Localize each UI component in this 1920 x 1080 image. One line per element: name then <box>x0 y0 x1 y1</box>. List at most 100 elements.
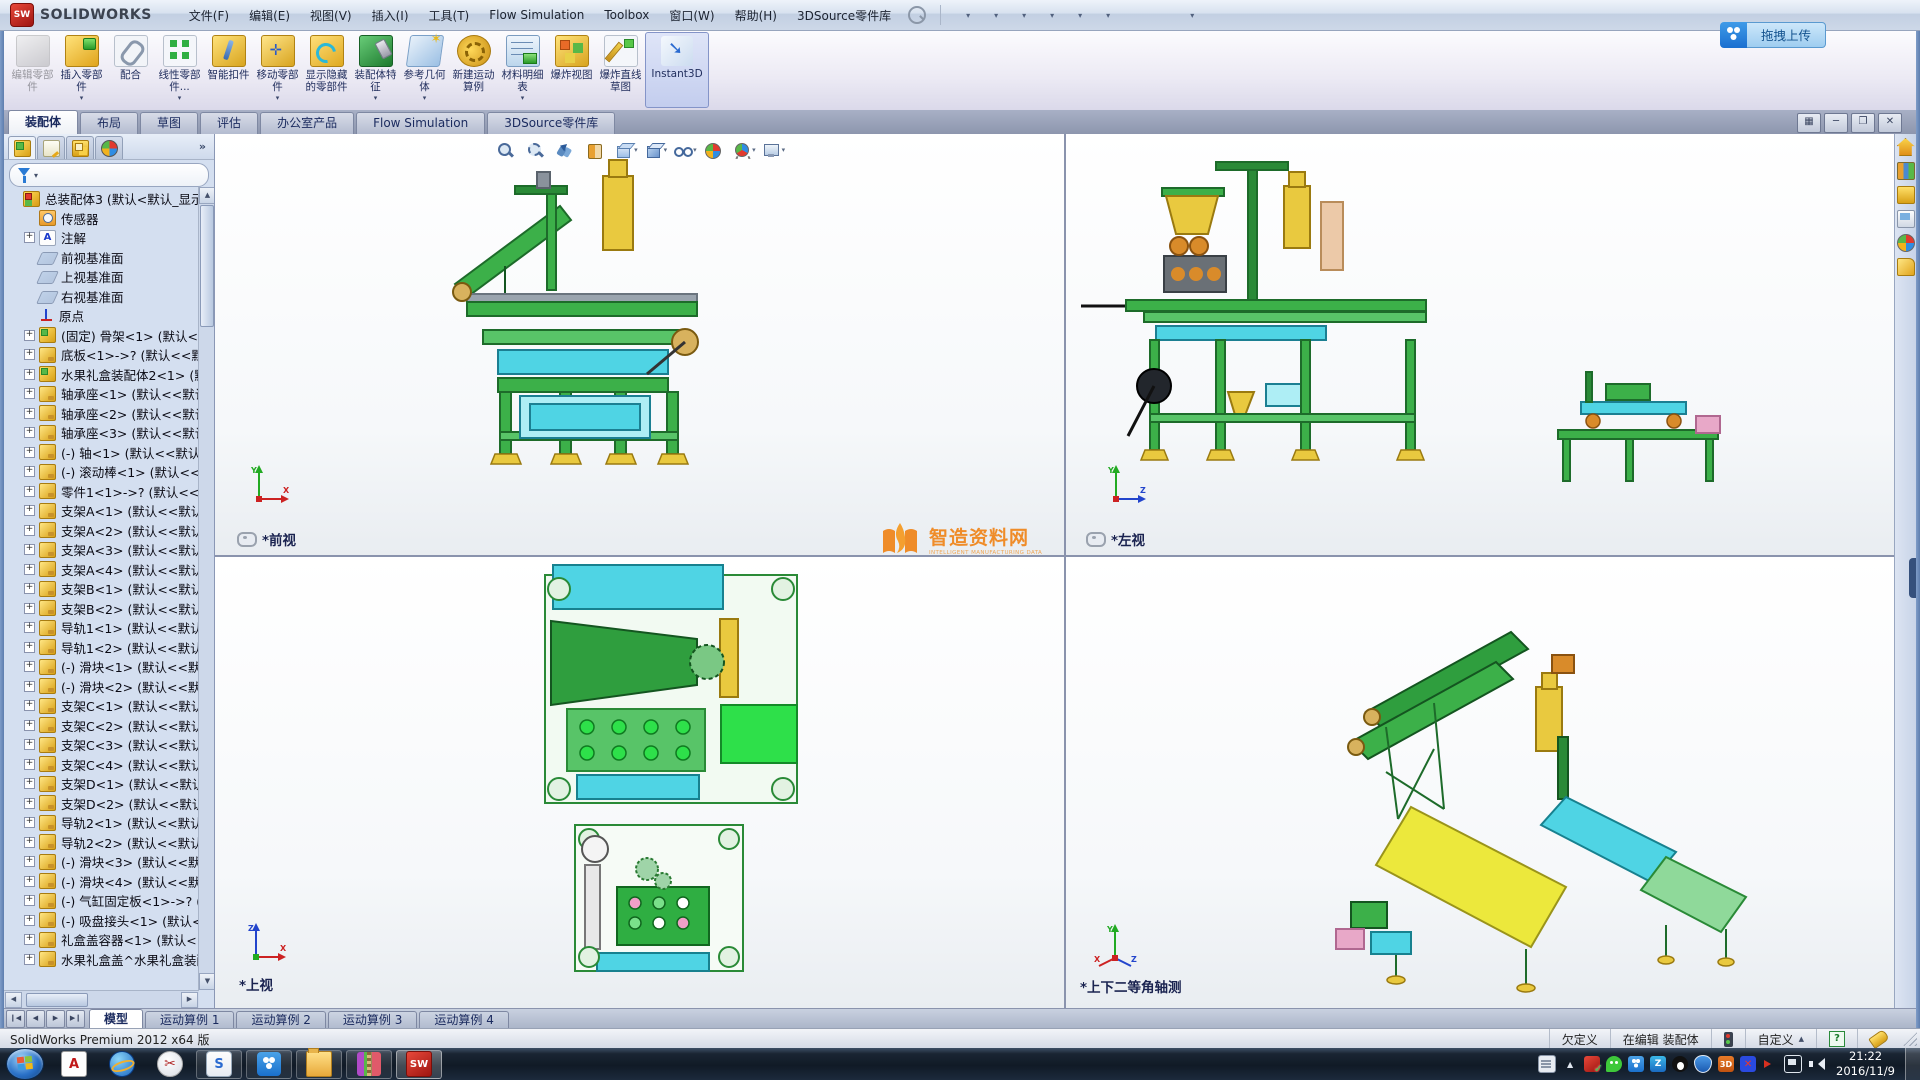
tree-item[interactable]: + 支架C<2> (默认<<默认>_ <box>4 716 199 736</box>
tree-item[interactable]: + (-) 滑块<4> (默认<<默认> <box>4 872 199 892</box>
resize-grip[interactable] <box>1903 1032 1917 1046</box>
tree-item[interactable]: + 轴承座<3> (默认<<默认>_ <box>4 423 199 443</box>
sogou-tray-icon[interactable]: Z <box>1650 1056 1666 1072</box>
tree-item[interactable]: + 支架A<3> (默认<<默认>_ <box>4 540 199 560</box>
quick-access-button[interactable]: ▾ <box>1003 5 1028 25</box>
tab-feature-manager[interactable] <box>8 136 36 159</box>
menu-item[interactable]: 文件(F) <box>180 4 238 27</box>
expand-icon[interactable]: + <box>24 564 35 575</box>
tree-item[interactable]: + 注解 <box>4 228 199 248</box>
ribbon-button[interactable]: 配合 ▾ <box>106 32 155 108</box>
scroll-left-icon[interactable]: ◀ <box>5 992 22 1008</box>
file-explorer-pane-icon[interactable] <box>1897 186 1915 204</box>
expand-icon[interactable]: + <box>24 700 35 711</box>
bug-tray-icon[interactable] <box>1740 1056 1756 1072</box>
expand-icon[interactable]: + <box>24 427 35 438</box>
viewport-front[interactable]: Y X *前视 <box>215 134 1064 555</box>
expand-icon[interactable]: + <box>24 759 35 770</box>
expand-icon[interactable]: + <box>24 837 35 848</box>
tree-item[interactable]: + 右视基准面 <box>4 287 199 307</box>
taskbar-app-button[interactable] <box>296 1050 342 1079</box>
ribbon-tab[interactable]: 3DSource零件库 <box>487 112 615 134</box>
expand-icon[interactable]: + <box>24 330 35 341</box>
menu-item[interactable]: 帮助(H) <box>726 4 786 27</box>
tree-item[interactable]: + 支架C<3> (默认<<默认>_ <box>4 735 199 755</box>
tree-item[interactable]: + 底板<1>->? (默认<<默认: <box>4 345 199 365</box>
viewport-tile-icon[interactable]: ▦ <box>1797 113 1821 133</box>
tree-item[interactable]: + 导轨2<2> (默认<<默认>_! <box>4 833 199 853</box>
menu-item[interactable]: 视图(V) <box>301 4 361 27</box>
ribbon-tab[interactable]: 办公室产品 <box>260 112 354 134</box>
model-tab[interactable]: 模型 <box>89 1009 143 1029</box>
taskbar-app-button[interactable]: SW <box>396 1050 442 1079</box>
security-shield-tray-icon[interactable] <box>1694 1055 1712 1073</box>
tree-item[interactable]: + 原点 <box>4 306 199 326</box>
menu-item[interactable]: Toolbox <box>595 5 658 25</box>
expand-icon[interactable]: + <box>24 915 35 926</box>
expand-icon[interactable]: + <box>24 661 35 672</box>
tree-hscrollbar[interactable]: ◀ ▶ <box>4 990 199 1008</box>
expand-icon[interactable]: + <box>24 486 35 497</box>
quick-access-button[interactable]: ▾ <box>947 5 972 25</box>
view-tool-button[interactable]: ▾ <box>497 142 520 159</box>
expand-icon[interactable]: + <box>24 603 35 614</box>
tree-item[interactable]: + 支架A<4> (默认<<默认>_ <box>4 560 199 580</box>
tree-scrollbar[interactable]: ▲ ▼ <box>198 187 214 990</box>
model-tab[interactable]: 运动算例 3 <box>328 1011 417 1029</box>
tree-item[interactable]: + 零件1<1>->? (默认<<默认 <box>4 482 199 502</box>
start-button[interactable] <box>6 1048 44 1080</box>
model-tab[interactable]: 运动算例 4 <box>419 1011 508 1029</box>
ribbon-button[interactable]: 智能扣件 ▾ <box>204 32 253 108</box>
prev-tab-icon[interactable]: ◀ <box>26 1010 45 1028</box>
netdisk-tray-icon[interactable] <box>1628 1056 1644 1072</box>
expand-icon[interactable]: + <box>24 934 35 945</box>
solidworks-resources-icon[interactable] <box>1897 138 1915 156</box>
expand-icon[interactable]: + <box>24 817 35 828</box>
expand-icon[interactable]: + <box>24 876 35 887</box>
expand-icon[interactable]: + <box>24 525 35 536</box>
tree-item[interactable]: + (-) 滚动棒<1> (默认<<默认 <box>4 462 199 482</box>
tree-item[interactable]: + 传感器 <box>4 209 199 229</box>
expand-icon[interactable]: + <box>24 232 35 243</box>
taskbar-app-button[interactable] <box>346 1050 392 1079</box>
expand-icon[interactable]: + <box>24 954 35 965</box>
tab-property-manager[interactable] <box>37 136 65 159</box>
quick-access-button[interactable]: ▾ <box>1143 5 1168 25</box>
tree-item[interactable]: + 支架A<1> (默认<<默认>_ <box>4 501 199 521</box>
view-tool-button[interactable]: ▾ <box>586 142 609 159</box>
ribbon-button[interactable]: 材料明细表 ▾ <box>498 32 547 108</box>
view-tool-button[interactable]: ▾ <box>763 142 786 159</box>
expand-icon[interactable]: + <box>24 505 35 516</box>
ribbon-button[interactable]: 线性零部件... ▾ <box>155 32 204 108</box>
filter-dropdown-caret[interactable]: ▾ <box>34 171 38 180</box>
view-tool-button[interactable]: ▾ <box>674 142 697 159</box>
expand-icon[interactable]: + <box>24 895 35 906</box>
menu-item[interactable]: 插入(I) <box>363 4 418 27</box>
next-tab-icon[interactable]: ▶ <box>46 1010 65 1028</box>
ribbon-button[interactable]: 插入零部件 ▾ <box>57 32 106 108</box>
appearances-icon[interactable] <box>1897 234 1915 252</box>
model-tab[interactable]: 运动算例 2 <box>236 1011 325 1029</box>
drag-upload-button[interactable]: 拖拽上传 <box>1747 22 1826 48</box>
hscrollbar-thumb[interactable] <box>26 993 88 1007</box>
ribbon-button[interactable]: 爆炸直线草图 ▾ <box>596 32 645 108</box>
menu-item[interactable]: Flow Simulation <box>480 5 593 25</box>
ribbon-tab[interactable]: 布局 <box>80 112 138 134</box>
view-tool-button[interactable]: ▾ <box>733 142 756 159</box>
ribbon-button[interactable]: 显示隐藏的零部件 ▾ <box>302 32 351 108</box>
menu-item[interactable]: 3DSource零件库 <box>788 4 900 27</box>
doc-restore-button[interactable]: ❐ <box>1851 113 1875 133</box>
view-tool-button[interactable]: ▾ <box>615 142 638 159</box>
tree-item[interactable]: + 支架B<1> (默认<<默认>_ <box>4 579 199 599</box>
ribbon-button[interactable]: Instant3D ▾ <box>645 32 709 108</box>
expand-icon[interactable]: + <box>24 739 35 750</box>
quick-access-button[interactable]: ▾ <box>1059 5 1084 25</box>
ribbon-button[interactable]: 参考几何体 ▾ <box>400 32 449 108</box>
taskbar-app-button[interactable]: S <box>196 1050 242 1079</box>
tree-item[interactable]: + 上视基准面 <box>4 267 199 287</box>
expand-icon[interactable]: + <box>24 681 35 692</box>
ribbon-button[interactable]: 新建运动算例 ▾ <box>449 32 498 108</box>
view-palette-icon[interactable] <box>1897 210 1915 228</box>
taskbar-app-button[interactable] <box>246 1050 292 1079</box>
tab-display-manager[interactable] <box>95 136 123 159</box>
